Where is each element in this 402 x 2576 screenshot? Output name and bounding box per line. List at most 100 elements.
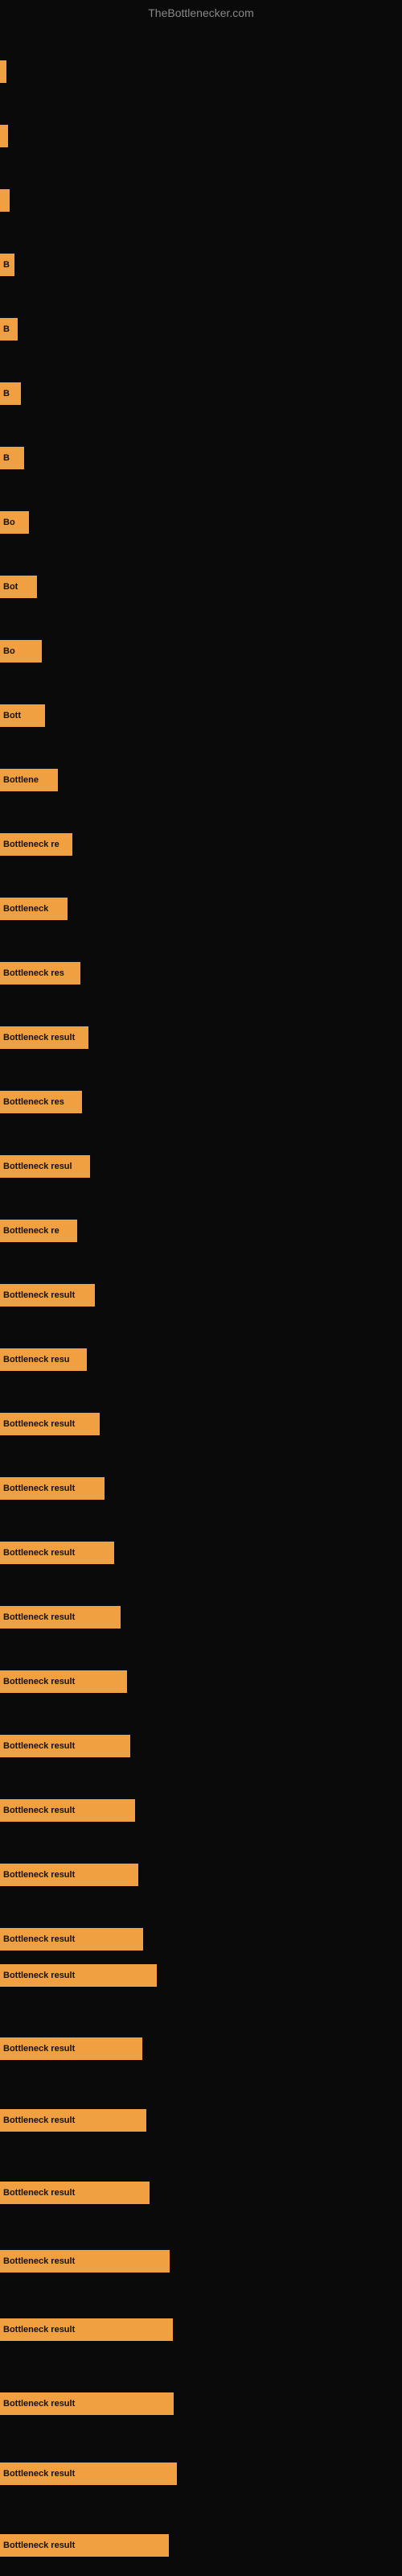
bar-label: Bottleneck re xyxy=(3,1226,59,1236)
bar xyxy=(0,125,8,147)
bar-label: Bottleneck result xyxy=(3,1548,75,1558)
bar-item: Bottleneck result xyxy=(0,1606,121,1629)
bar: B xyxy=(0,382,21,405)
bar: Bottleneck result xyxy=(0,2182,150,2204)
bar-item: Bottleneck resu xyxy=(0,1348,87,1371)
bar-label: Bottleneck result xyxy=(3,2325,75,2334)
bar-label: Bottleneck result xyxy=(3,1870,75,1880)
bar-label: Bottleneck result xyxy=(3,1934,75,1944)
bar: Bottleneck result xyxy=(0,1670,127,1693)
bar-label: Bottleneck result xyxy=(3,1741,75,1751)
bar-item: Bot xyxy=(0,576,37,598)
bar: Bottleneck res xyxy=(0,962,80,985)
bar: Bottleneck result xyxy=(0,1477,105,1500)
bar-item: Bottleneck result xyxy=(0,1864,138,1886)
bar-item: Bottleneck xyxy=(0,898,68,920)
bar: Bottleneck result xyxy=(0,1284,95,1307)
bar: Bottleneck result xyxy=(0,1413,100,1435)
bar-label: B xyxy=(3,260,10,270)
bar-label: Bottleneck result xyxy=(3,2188,75,2198)
bar-item: Bottleneck result xyxy=(0,2250,170,2273)
bar-item: Bottleneck result xyxy=(0,2534,169,2557)
bar: Bottleneck result xyxy=(0,2250,170,2273)
bar: Bot xyxy=(0,576,37,598)
bar-label: Bo xyxy=(3,518,15,527)
bar: B xyxy=(0,254,14,276)
bar-label: Bottleneck xyxy=(3,904,48,914)
bar: Bottleneck xyxy=(0,898,68,920)
bar-label: Bottleneck result xyxy=(3,1290,75,1300)
bar: Bottleneck result xyxy=(0,1735,130,1757)
bar: Bott xyxy=(0,704,45,727)
bar: Bo xyxy=(0,511,29,534)
bar-label: B xyxy=(3,324,10,334)
bar-label: Bottleneck result xyxy=(3,2469,75,2479)
bar: Bottleneck result xyxy=(0,1606,121,1629)
bar-label: Bottleneck result xyxy=(3,1971,75,1980)
bar: Bottleneck result xyxy=(0,2534,169,2557)
bar-label: Bot xyxy=(3,582,18,592)
bar-item: Bottlene xyxy=(0,769,58,791)
bar-label: Bottleneck resu xyxy=(3,1355,70,1364)
bar-label: Bottleneck result xyxy=(3,2116,75,2125)
bar-label: Bottlene xyxy=(3,775,39,785)
bar-label: Bottleneck result xyxy=(3,2044,75,2054)
bar-item: Bottleneck result xyxy=(0,2462,177,2485)
bar: Bottleneck resul xyxy=(0,1155,90,1178)
bar-item: B xyxy=(0,382,21,405)
bar-label: Bott xyxy=(3,711,21,720)
bar: Bottleneck result xyxy=(0,2318,173,2341)
bar-item: Bottleneck result xyxy=(0,1477,105,1500)
bar-item: Bottleneck result xyxy=(0,1928,143,1951)
bar-label: Bottleneck result xyxy=(3,1677,75,1686)
bar: Bottleneck result xyxy=(0,2037,142,2060)
bar-label: Bo xyxy=(3,646,15,656)
bar-label: Bottleneck result xyxy=(3,1612,75,1622)
bar: Bottleneck result xyxy=(0,1026,88,1049)
bar: Bottleneck result xyxy=(0,1928,143,1951)
bar-item: Bott xyxy=(0,704,45,727)
bar: Bottleneck result xyxy=(0,1799,135,1822)
bar-item: B xyxy=(0,318,18,341)
bar: Bottleneck result xyxy=(0,1964,157,1987)
bar-label: B xyxy=(3,453,10,463)
bar-label: Bottleneck res xyxy=(3,1097,64,1107)
bar-item: Bottleneck result xyxy=(0,2392,174,2415)
bar-item xyxy=(0,60,6,83)
bar-label: Bottleneck result xyxy=(3,1484,75,1493)
bar xyxy=(0,189,10,212)
bar: Bottleneck result xyxy=(0,2109,146,2132)
bar-item: Bottleneck re xyxy=(0,1220,77,1242)
bar: Bottleneck result xyxy=(0,2392,174,2415)
bar: Bottlene xyxy=(0,769,58,791)
bar-label: Bottleneck re xyxy=(3,840,59,849)
bar-item: Bottleneck result xyxy=(0,1542,114,1564)
bar-label: B xyxy=(3,389,10,398)
bar-label: Bottleneck resul xyxy=(3,1162,72,1171)
bar: Bo xyxy=(0,640,42,663)
bar: Bottleneck resu xyxy=(0,1348,87,1371)
bar: Bottleneck re xyxy=(0,1220,77,1242)
bar-item: Bottleneck result xyxy=(0,1735,130,1757)
bar-item: B xyxy=(0,254,14,276)
bar-item: Bottleneck res xyxy=(0,962,80,985)
bar-label: Bottleneck result xyxy=(3,1033,75,1042)
bar-item: Bottleneck result xyxy=(0,2037,142,2060)
bar-item: Bottleneck result xyxy=(0,2109,146,2132)
bar-item: Bottleneck re xyxy=(0,833,72,856)
bar-label: Bottleneck result xyxy=(3,2399,75,2409)
bar: B xyxy=(0,318,18,341)
bar-item: B xyxy=(0,447,24,469)
bar-label: Bottleneck result xyxy=(3,2541,75,2550)
bar-item xyxy=(0,125,8,147)
bar-item: Bottleneck result xyxy=(0,2318,173,2341)
site-title: TheBottlenecker.com xyxy=(148,6,254,19)
bar-item: Bottleneck result xyxy=(0,2182,150,2204)
bar-item: Bo xyxy=(0,640,42,663)
bar-item: Bottleneck result xyxy=(0,1284,95,1307)
bar: B xyxy=(0,447,24,469)
bar: Bottleneck result xyxy=(0,2462,177,2485)
bar-label: Bottleneck res xyxy=(3,968,64,978)
bar-item: Bottleneck result xyxy=(0,1964,157,1987)
bar-label: Bottleneck result xyxy=(3,1806,75,1815)
